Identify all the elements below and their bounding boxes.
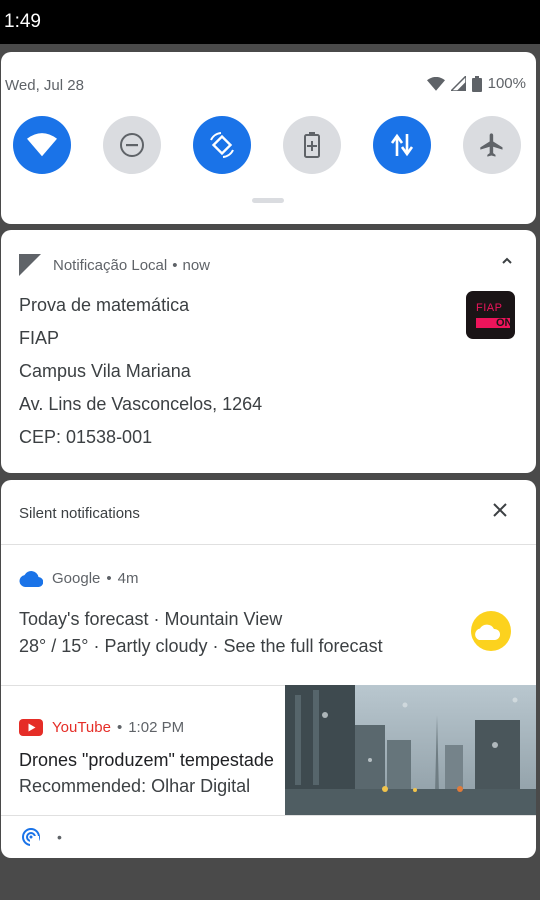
notification-time: 1:02 PM [128, 719, 185, 736]
notification-line: Prova de matemática [19, 295, 190, 315]
quick-settings-panel: Wed, Jul 28 100% [1, 52, 536, 224]
cell-signal-icon [450, 76, 466, 91]
app-name: Google [52, 570, 101, 587]
wifi-toggle[interactable] [13, 116, 71, 174]
notification-line: CEP: 01538-001 [19, 427, 153, 447]
video-title: Drones "produzem" tempestade de chuva em… [19, 750, 275, 770]
hotspot-icon [22, 828, 40, 847]
battery-saver-icon [304, 132, 320, 158]
notification-line: Av. Lins de Vasconcelos, 1264 [19, 394, 263, 414]
notification-line: Campus Vila Mariana [19, 361, 191, 381]
battery-percent: 100% [487, 75, 526, 92]
mobile-data-icon [390, 133, 414, 157]
airplane-icon [480, 133, 503, 157]
notification-time: now [182, 256, 211, 274]
cloud-icon [19, 570, 43, 587]
auto-rotate-icon [210, 132, 234, 158]
battery-saver-toggle[interactable] [283, 116, 341, 174]
do-not-disturb-toggle[interactable] [103, 116, 161, 174]
chevron-up-icon[interactable] [500, 254, 514, 268]
partly-cloudy-icon [471, 611, 511, 651]
auto-rotate-toggle[interactable] [193, 116, 251, 174]
silent-notifications-section: Silent notifications Google • 4m Today's… [1, 480, 536, 858]
bottom-row: • [21, 827, 62, 847]
clock: 1:49 [4, 11, 41, 32]
date-label: Wed, Jul 28 [5, 77, 84, 94]
forecast-title: Today's forecast · Mountain View [19, 609, 283, 629]
close-icon[interactable] [492, 502, 508, 518]
status-bar: 1:49 [0, 0, 540, 44]
notification-header: YouTube • 1:02 PM [19, 719, 184, 736]
youtube-icon [19, 719, 43, 736]
airplane-mode-toggle[interactable] [463, 116, 521, 174]
wifi-signal-icon [426, 76, 445, 91]
notification-header: Google • 4m [19, 570, 138, 587]
do-not-disturb-icon [120, 133, 144, 157]
video-channel: Recommended: Olhar Digital [19, 776, 251, 796]
expand-handle[interactable] [252, 198, 284, 203]
mobile-data-toggle[interactable] [373, 116, 431, 174]
wifi-icon [27, 133, 57, 157]
notification-time: 4m [117, 570, 139, 587]
app-name: YouTube [52, 719, 111, 736]
app-triangle-icon [19, 254, 41, 276]
notification-header: Notificação Local • now [19, 254, 210, 276]
system-status: 100% [426, 75, 526, 92]
section-title: Silent notifications [19, 505, 140, 522]
battery-icon [471, 75, 482, 92]
app-name: Notificação Local [53, 256, 168, 274]
forecast-detail: 28° / 15° · Partly cloudy · See the full… [19, 636, 383, 656]
video-thumbnail[interactable] [285, 685, 536, 815]
fiap-on-logo: FIAP ON [466, 291, 515, 339]
local-notification[interactable]: Notificação Local • now Prova de matemát… [1, 230, 536, 473]
notification-line: FIAP [19, 328, 60, 348]
